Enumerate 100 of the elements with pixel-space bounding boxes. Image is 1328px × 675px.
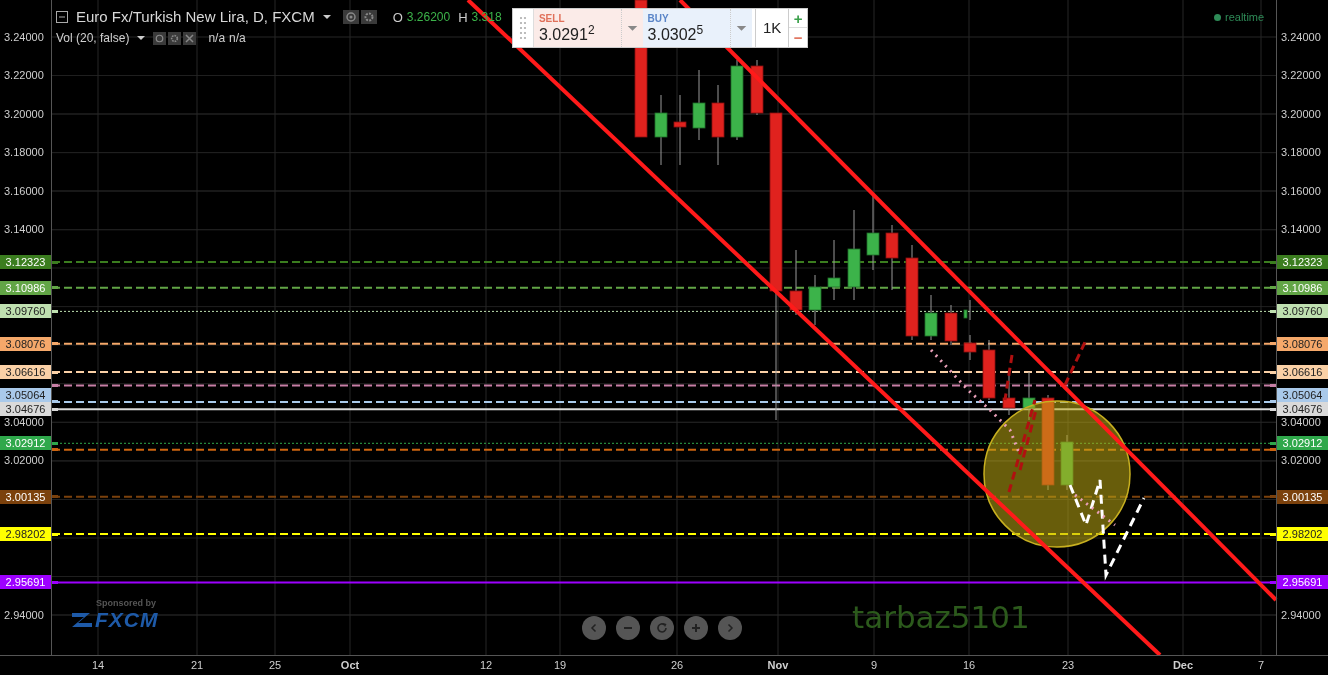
ohlc-key: H <box>458 7 468 27</box>
price-axis-label: 3.02000 <box>4 454 44 468</box>
price-axis-label: 3.14000 <box>4 223 44 237</box>
price-axis-label: 2.94000 <box>4 608 44 622</box>
sponsor-caption: Sponsored by <box>96 598 156 609</box>
time-axis-label: Nov <box>767 659 789 672</box>
candlestick <box>963 334 977 361</box>
price-level-label: 2.95691 <box>1277 575 1328 590</box>
price-axis-label: 3.14000 <box>1281 223 1321 237</box>
time-axis-label: 12 <box>479 659 493 672</box>
price-level-label: 3.00135 <box>1277 489 1328 504</box>
price-level-label: 2.95691 <box>0 575 51 590</box>
time-axis-label: 16 <box>962 659 976 672</box>
chart-annotation-text: tarbaz5101 <box>852 598 1030 637</box>
price-level-label: 3.06616 <box>1277 365 1328 379</box>
price-axis-label: 3.16000 <box>4 184 44 198</box>
refresh-icon <box>656 622 668 634</box>
time-axis-label: Dec <box>1172 659 1194 672</box>
price-axis-label: 3.24000 <box>1281 30 1321 44</box>
caret-icon[interactable] <box>137 35 146 41</box>
plus-icon <box>691 623 701 633</box>
candlestick <box>1060 434 1074 491</box>
price-axis-label: 3.04000 <box>4 415 44 429</box>
candlestick <box>673 94 687 166</box>
price-axis-label: 3.18000 <box>4 146 44 160</box>
candlestick <box>924 294 938 341</box>
price-axis-label: 3.04000 <box>1281 415 1321 429</box>
symbol-title: Euro Fx/Turkish New Lira, D, FXCM <box>76 7 315 27</box>
price-level-label: 2.98202 <box>1277 527 1328 541</box>
ohlc-value: 3.26200 <box>406 8 451 26</box>
time-axis-label: 21 <box>190 659 204 672</box>
zoom-out-button[interactable] <box>616 616 640 640</box>
price-level-label: 2.98202 <box>0 527 51 541</box>
price-level-label: 3.04676 <box>1277 402 1328 417</box>
candlestick <box>982 339 996 401</box>
caret-icon[interactable] <box>322 14 331 21</box>
candlestick <box>808 274 822 326</box>
candlestick <box>789 249 803 316</box>
zoom-in-button[interactable] <box>684 616 708 640</box>
logo-mark-icon <box>70 610 94 630</box>
settings-icon[interactable] <box>360 10 377 25</box>
price-axis-label: 3.18000 <box>1281 146 1321 160</box>
price-axis-label: 2.94000 <box>1281 608 1321 622</box>
price-axis-label: 3.24000 <box>4 30 44 44</box>
price-level-label: 3.08076 <box>0 336 51 351</box>
sell-button[interactable]: SELL 3.0291$^{2}$ <box>532 9 643 47</box>
price-level-label: 3.05064 <box>1277 388 1328 403</box>
price-level-label: 3.06616 <box>0 365 51 379</box>
time-axis-label: 9 <box>870 659 878 672</box>
price-level-label: 3.10986 <box>1277 280 1328 295</box>
candlestick <box>692 69 706 141</box>
buy-button[interactable]: BUY 3.0302$^{5}$ <box>642 9 753 47</box>
price-level-label: 3.09760 <box>1277 304 1328 319</box>
time-axis-label: 19 <box>553 659 567 672</box>
price-level-label: 3.04676 <box>0 402 51 417</box>
eye-icon[interactable] <box>342 10 359 25</box>
candlestick <box>944 304 958 346</box>
price-level-label: 3.05064 <box>0 388 51 403</box>
close-icon[interactable] <box>183 31 197 45</box>
dotted-path-line <box>1074 493 1116 527</box>
ohlc-key: O <box>392 7 403 27</box>
price-axis-label: 3.22000 <box>4 69 44 82</box>
volume-indicator-title: Vol (20, false) <box>56 30 130 47</box>
quantity-field[interactable]: 1K <box>755 9 789 47</box>
candlestick <box>963 299 971 321</box>
scroll-right-button[interactable] <box>718 616 742 640</box>
reset-button[interactable] <box>650 616 674 640</box>
settings-icon[interactable] <box>168 31 182 45</box>
price-axis-label: 3.20000 <box>1281 107 1321 121</box>
price-level-label: 3.08076 <box>1277 336 1328 351</box>
price-level-label: 3.00135 <box>0 489 51 504</box>
time-axis-label: 14 <box>91 659 105 672</box>
price-level-label: 3.09760 <box>0 304 51 319</box>
price-level-label: 3.02912 <box>0 436 51 451</box>
time-axis-label: 26 <box>670 659 684 672</box>
candlestick <box>654 94 668 166</box>
status-dot-icon <box>1214 13 1221 21</box>
volume-value: n/a <box>208 30 226 47</box>
time-axis-label: 23 <box>1061 659 1075 672</box>
price-level-label: 3.12323 <box>0 255 51 269</box>
price-level-label: 3.02912 <box>1277 436 1328 451</box>
volume-value: n/a <box>229 30 246 47</box>
price-axis-label: 3.20000 <box>4 107 44 121</box>
time-axis-label: 25 <box>268 659 282 672</box>
candlestick <box>885 224 899 291</box>
chevron-left-icon <box>589 623 599 633</box>
candlestick <box>1022 371 1036 421</box>
time-axis-label: Oct <box>340 659 360 672</box>
realtime-status: realtime <box>1225 10 1265 25</box>
price-axis-label: 3.22000 <box>1281 69 1321 82</box>
price-level-label: 3.10986 <box>0 280 51 295</box>
chevron-right-icon <box>725 623 735 633</box>
price-axis-label: 3.16000 <box>1281 184 1321 198</box>
collapse-icon[interactable] <box>56 11 68 24</box>
price-axis-label: 3.02000 <box>1281 454 1321 468</box>
candlestick <box>827 239 841 301</box>
time-axis-label: 7 <box>1257 659 1265 672</box>
scroll-left-button[interactable] <box>582 616 606 640</box>
eye-icon[interactable] <box>153 31 167 45</box>
price-level-label: 3.12323 <box>1277 255 1328 269</box>
